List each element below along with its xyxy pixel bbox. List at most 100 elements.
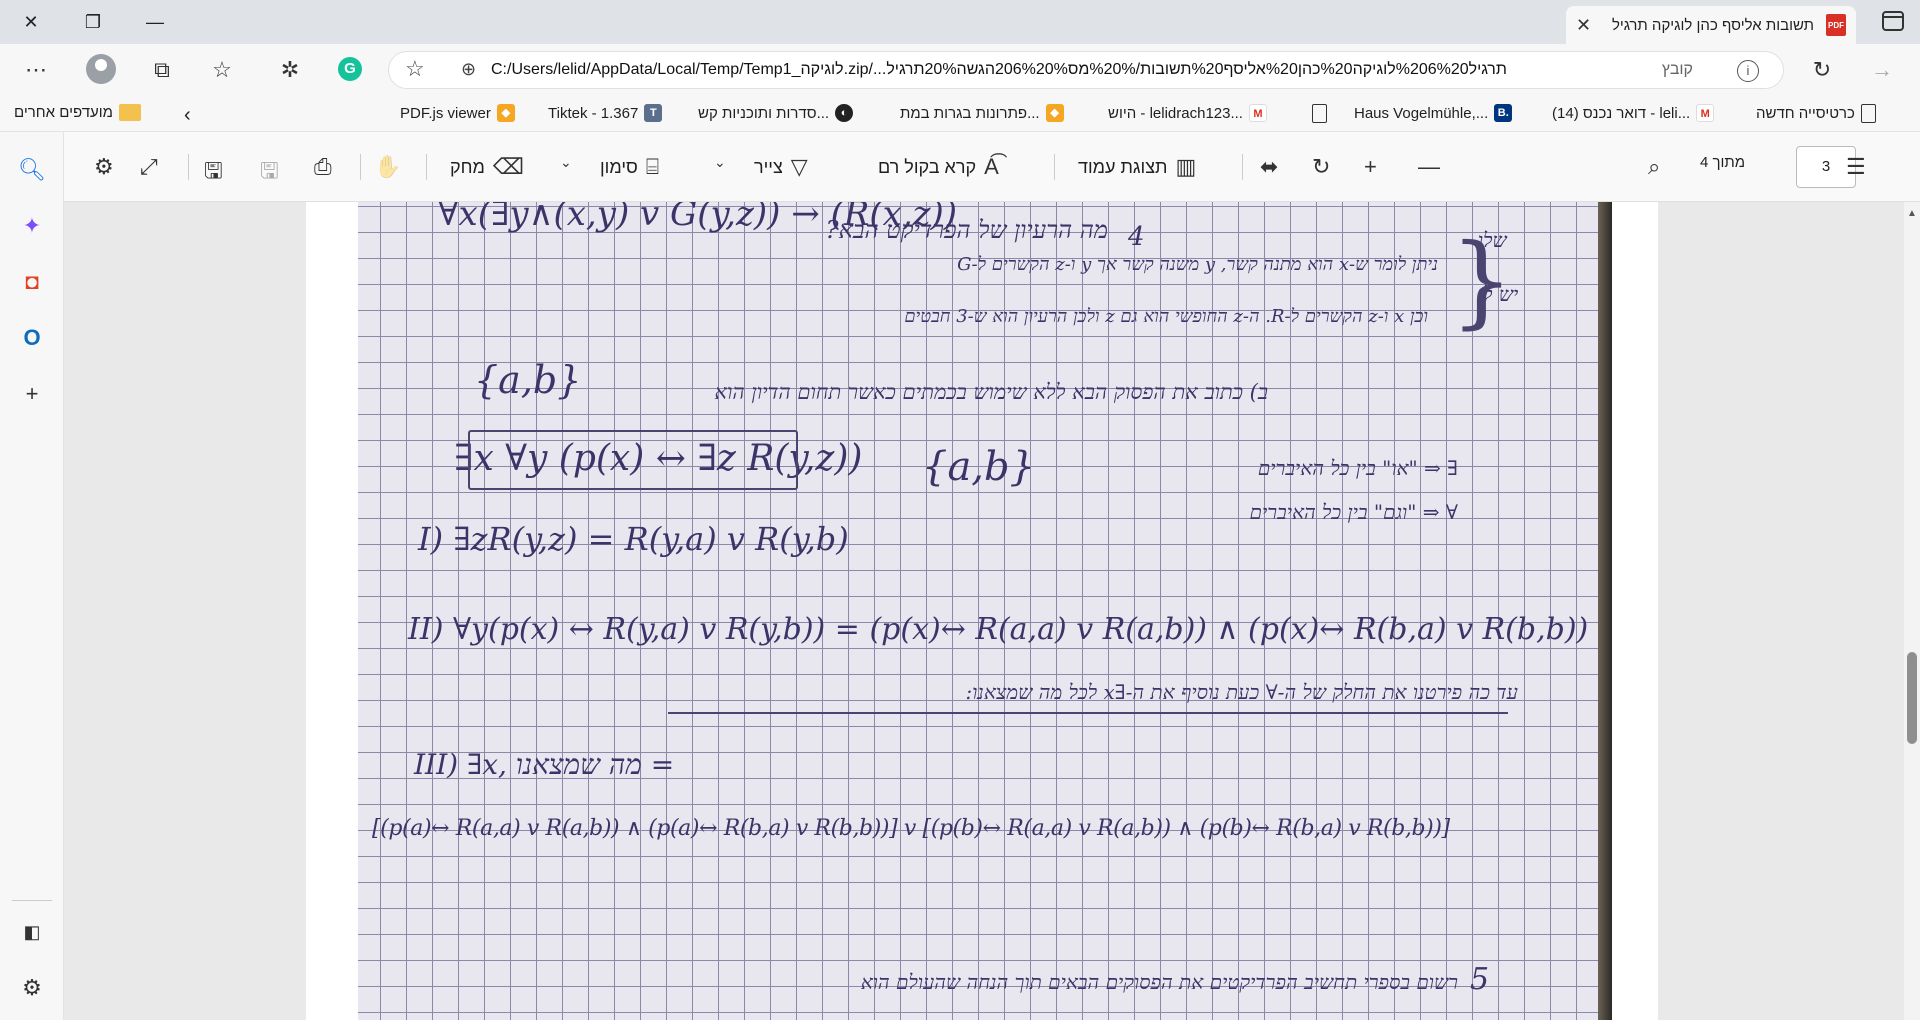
title-bar: ✕ ❐ — + PDF תשובות אליסף כהן לוגיקה תרגי… bbox=[0, 0, 1920, 44]
q5-mark: 5 bbox=[1470, 962, 1490, 997]
answer-line-2: וכן x ו-z הקשרים ל-R. ה-z החופשי הוא גם … bbox=[904, 306, 1428, 327]
extensions-icon[interactable]: ✲ bbox=[274, 54, 306, 86]
highlighter-icon: ⌸ bbox=[645, 154, 660, 179]
step-2: II) ∀y(p(x) ↔ R(y,a) v R(y,b)) = (p(x)↔ … bbox=[408, 612, 1589, 647]
divider bbox=[188, 154, 189, 180]
erase-button[interactable]: מחק ⌫ bbox=[450, 154, 524, 180]
forward-icon[interactable]: → bbox=[1866, 54, 1898, 86]
tab-close-icon[interactable]: ✕ bbox=[1576, 15, 1591, 36]
page-view-icon: ▥ bbox=[1175, 154, 1197, 179]
zoom-in-icon[interactable]: + bbox=[1364, 154, 1377, 180]
edge-sidebar: 🔍︎ ✦ ◘ O + ◧ ⚙ bbox=[0, 132, 64, 1020]
highlight-chevron-icon[interactable]: ⌄ bbox=[560, 154, 572, 171]
page-icon bbox=[1312, 104, 1327, 123]
other-favorites-label: מועדפים אחרים bbox=[14, 104, 113, 121]
address-bar-row: ⋯ ⧉ ☆ ✲ G ☆ ⊕ C:/Users/lelid/AppData/Loc… bbox=[0, 44, 1920, 96]
touch-icon[interactable]: ✋ bbox=[374, 154, 401, 180]
bookmark-tiktek[interactable]: Tiktek - 1.367 T bbox=[548, 104, 663, 122]
address-input[interactable]: ☆ ⊕ C:/Users/lelid/AppData/Local/Temp/Te… bbox=[388, 51, 1784, 89]
settings-icon[interactable]: ⚙ bbox=[94, 154, 114, 180]
copilot-icon[interactable]: ✦ bbox=[16, 210, 48, 242]
find-icon[interactable]: ⌕ bbox=[1648, 154, 1660, 180]
info-icon[interactable]: i bbox=[1737, 60, 1759, 82]
step-3: III) ∃x, מה שמצאנו = bbox=[414, 748, 675, 781]
zoom-out-icon[interactable]: — bbox=[1418, 154, 1440, 180]
pdf-viewport[interactable]: ∀x(∃y∧(x,y) v G(y,z)) → (R(x,z)) 4 מה הר… bbox=[64, 202, 1904, 1020]
bookmark-label: כרטיסייה חדשה bbox=[1756, 105, 1855, 122]
exists-note: ∃ ⇒ "או" בין כל האיברים bbox=[1257, 456, 1458, 480]
bookmark-label: דואר נכנס (14) - leli... bbox=[1552, 104, 1691, 122]
eraser-icon: ⌫ bbox=[492, 154, 524, 179]
minimize-window-button[interactable]: — bbox=[132, 0, 178, 44]
close-window-button[interactable]: ✕ bbox=[8, 0, 54, 44]
divider bbox=[1054, 154, 1055, 180]
office-icon[interactable]: ◘ bbox=[16, 266, 48, 298]
page-view-button[interactable]: תצוגת עמוד ▥ bbox=[1078, 154, 1196, 180]
scroll-up-icon[interactable]: ▲ bbox=[1907, 208, 1917, 219]
erase-label: מחק bbox=[450, 156, 485, 177]
gmail-icon: M bbox=[1248, 104, 1267, 122]
add-favorite-icon[interactable]: ☆ bbox=[405, 56, 425, 82]
tab-active[interactable]: PDF תשובות אליסף כהן לוגיקה תרגיל ✕ bbox=[1566, 6, 1856, 44]
bookmark-gmail-1[interactable]: דואר נכנס (14) - leli... M bbox=[1552, 104, 1715, 122]
page-icon bbox=[1860, 104, 1876, 123]
outlook-icon[interactable]: O bbox=[16, 322, 48, 354]
bookmark-label: Tiktek - 1.367 bbox=[548, 104, 639, 122]
draw-button[interactable]: צייר ▽ bbox=[754, 154, 808, 180]
q5-question: רשום בספרי תחשיב הפרדיקטים את הפסוקים הב… bbox=[860, 970, 1458, 994]
scrollbar-thumb[interactable] bbox=[1907, 652, 1917, 744]
bookmark-series[interactable]: סדרות ותוכניות קש... ◐ bbox=[698, 104, 854, 122]
bookmark-pdfjs[interactable]: PDF.js viewer ◆ bbox=[400, 104, 515, 122]
rotate-icon[interactable]: ↻ bbox=[1312, 154, 1330, 180]
favorites-icon[interactable]: ☆ bbox=[206, 54, 238, 86]
orange-icon: ◆ bbox=[496, 104, 515, 122]
bookmark-page[interactable] bbox=[1312, 104, 1327, 123]
sidebar-panel-icon[interactable]: ◧ bbox=[16, 916, 48, 948]
bookmark-label: היוש - lelidrach123... bbox=[1108, 104, 1243, 122]
contents-icon[interactable]: ☰ bbox=[1846, 154, 1866, 180]
gmail-icon: M bbox=[1696, 104, 1715, 122]
divider bbox=[360, 154, 361, 180]
save-icon[interactable]: 🖫 bbox=[260, 154, 279, 192]
bookmark-bagrut[interactable]: פתרונות בגרות במת... ◆ bbox=[900, 104, 1064, 122]
bookmark-booking[interactable]: Haus Vogelmühle,... B. bbox=[1354, 104, 1513, 122]
pdf-toolbar: ⚙ ⤢ 🖫 🖫 ⎙ ✋ מחק ⌫ ⌄ סימון ⌸ ⌄ צייר ▽ קרא… bbox=[64, 132, 1920, 202]
search-icon[interactable]: ⊕ bbox=[461, 59, 476, 80]
brace: } bbox=[1450, 222, 1514, 339]
settings-icon[interactable]: ⚙ bbox=[16, 972, 48, 1004]
bookmark-label: סדרות ותוכניות קש... bbox=[698, 104, 830, 122]
notebook-photo: ∀x(∃y∧(x,y) v G(y,z)) → (R(x,z)) 4 מה הר… bbox=[358, 202, 1598, 1020]
restore-window-button[interactable]: ❐ bbox=[70, 0, 116, 44]
avatar[interactable] bbox=[86, 54, 116, 84]
scrollbar[interactable]: ▲ bbox=[1904, 202, 1920, 1020]
refresh-icon[interactable]: ↻ bbox=[1806, 54, 1838, 86]
chevron-left-icon[interactable]: ‹ bbox=[184, 104, 191, 127]
fullscreen-icon[interactable]: ⤢ bbox=[140, 154, 158, 180]
read-aloud-button[interactable]: קרא בקול רם A͡ bbox=[878, 154, 999, 180]
bookmark-gmail-2[interactable]: היוש - lelidrach123... M bbox=[1108, 104, 1267, 122]
bookmark-new-tab[interactable]: כרטיסייה חדשה bbox=[1756, 104, 1876, 123]
collections-icon[interactable]: ⧉ bbox=[146, 54, 178, 86]
pdf-icon: PDF bbox=[1826, 14, 1846, 36]
booking-icon: B. bbox=[1494, 104, 1513, 122]
add-icon[interactable]: + bbox=[16, 378, 48, 410]
save-as-icon[interactable]: 🖫 bbox=[204, 154, 223, 192]
circle-icon: ◐ bbox=[835, 104, 854, 122]
highlight-button[interactable]: סימון ⌸ bbox=[600, 154, 659, 180]
print-icon[interactable]: ⎙ bbox=[314, 154, 332, 180]
tab-title: תשובות אליסף כהן לוגיקה תרגיל bbox=[1611, 16, 1814, 34]
step-1: I) ∃zR(y,z) = R(y,a) v R(y,b) bbox=[418, 520, 849, 558]
page-view-label: תצוגת עמוד bbox=[1078, 156, 1168, 177]
grammarly-icon[interactable]: G bbox=[338, 57, 362, 81]
other-favorites[interactable]: מועדפים אחרים bbox=[14, 104, 141, 121]
draw-chevron-icon[interactable]: ⌄ bbox=[714, 154, 726, 171]
orange-icon: ◆ bbox=[1045, 104, 1064, 122]
bookmarks-bar: מועדפים אחרים ‹ PDF.js viewer ◆ Tiktek -… bbox=[0, 96, 1920, 132]
tiktek-icon: T bbox=[644, 104, 663, 122]
search-icon[interactable]: 🔍︎ bbox=[16, 154, 48, 186]
pdf-page: ∀x(∃y∧(x,y) v G(y,z)) → (R(x,z)) 4 מה הר… bbox=[306, 202, 1658, 1020]
formula-box bbox=[468, 430, 798, 490]
fit-width-icon[interactable]: ⬌ bbox=[1260, 154, 1278, 180]
workspaces-icon[interactable] bbox=[1882, 11, 1904, 31]
more-menu-icon[interactable]: ⋯ bbox=[20, 54, 52, 86]
